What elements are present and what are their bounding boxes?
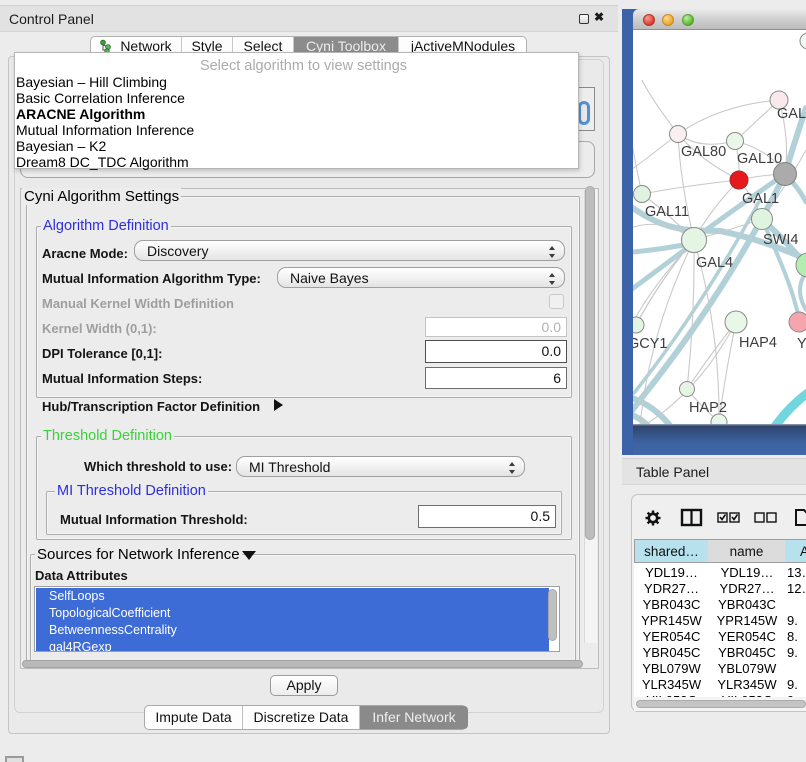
svg-text:YJ: YJ (797, 336, 806, 352)
svg-text:GAL7: GAL7 (777, 106, 806, 122)
svg-text:GCY1: GCY1 (633, 336, 668, 352)
svg-text:GAL1: GAL1 (742, 191, 779, 207)
svg-text:SWI4: SWI4 (763, 232, 798, 248)
svg-text:HAP4: HAP4 (739, 335, 777, 351)
svg-text:GAL80: GAL80 (681, 144, 726, 160)
svg-text:GAL11: GAL11 (645, 204, 689, 220)
svg-text:GAL4: GAL4 (696, 255, 733, 271)
svg-text:GAL10: GAL10 (737, 151, 782, 167)
svg-text:HAP2: HAP2 (689, 400, 727, 416)
